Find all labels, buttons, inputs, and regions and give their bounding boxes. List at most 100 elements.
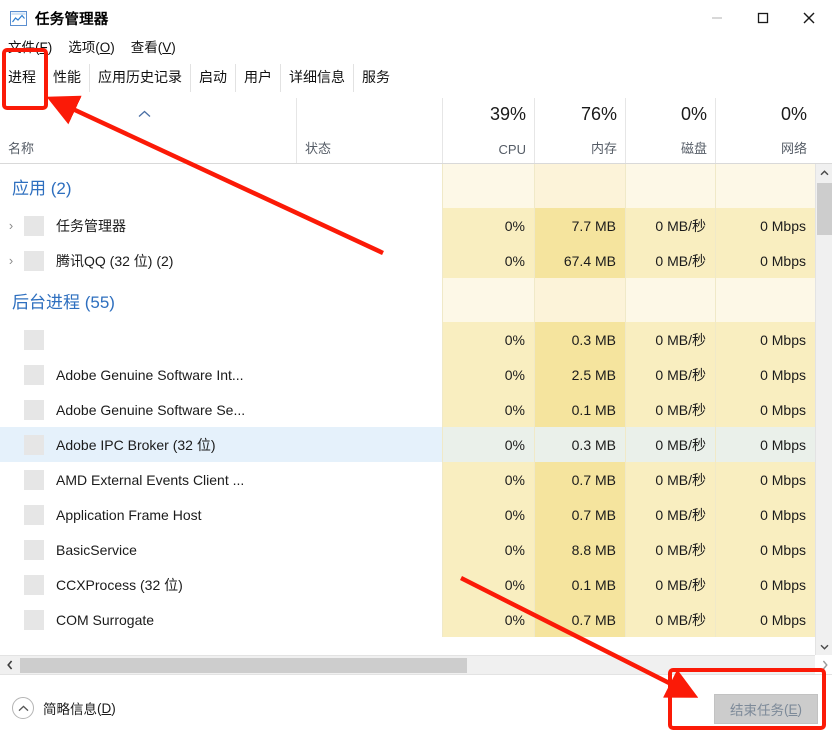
network-cell [715, 278, 815, 322]
horizontal-scrollbar[interactable] [0, 655, 828, 674]
sort-ascending-icon [138, 107, 151, 121]
column-header-cpu[interactable]: 39% CPU [442, 98, 534, 163]
column-header-name[interactable]: 名称 [0, 98, 296, 163]
disk-cell: 0 MB/秒 [625, 567, 715, 602]
column-header-network[interactable]: 0% 网络 [715, 98, 815, 163]
disk-cell: 0 MB/秒 [625, 602, 715, 637]
menu-item-options-label: 选项 [68, 40, 96, 55]
scroll-up-icon[interactable] [816, 164, 832, 181]
menu-item-view[interactable]: 查看(V) [123, 36, 184, 60]
column-header-cpu-percent: 39% [489, 104, 526, 124]
process-name: Adobe IPC Broker (32 位) [56, 436, 216, 453]
tab-details[interactable]: 详细信息 [281, 64, 354, 92]
process-icon [24, 250, 44, 271]
cpu-cell: 0% [442, 462, 534, 497]
process-icon [24, 329, 44, 350]
table-row[interactable]: Adobe Genuine Software Int... 0% 2.5 MB 0 M… [0, 357, 832, 392]
menu-item-file-mnemonic: F [39, 40, 48, 55]
tab-app-history[interactable]: 应用历史记录 [90, 64, 191, 92]
menu-item-options[interactable]: 选项(O) [60, 36, 123, 60]
task-manager-window: 任务管理器 文件(F) 选项(O) 查看(V) 进程 性能 应用历史记录 启动 [0, 0, 832, 740]
process-name: CCXProcess (32 位) [56, 576, 183, 593]
menu-item-view-label: 查看 [130, 40, 158, 55]
network-cell: 0 Mbps [715, 462, 815, 497]
column-header-memory-label: 内存 [590, 141, 617, 156]
process-icon [24, 215, 44, 236]
disk-cell: 0 MB/秒 [625, 497, 715, 532]
table-row[interactable]: AMD External Events Client ... 0% 0.7 MB 0 … [0, 462, 832, 497]
disk-cell: 0 MB/秒 [625, 243, 715, 278]
memory-cell: 2.5 MB [534, 357, 625, 392]
memory-cell: 0.3 MB [534, 322, 625, 357]
process-list[interactable]: 应用 (2) › 任务管理器 0% 7.7 MB 0 MB/秒 0 Mbps › 腾讯QQ (3… [0, 164, 832, 655]
network-cell: 0 Mbps [715, 322, 815, 357]
cpu-cell: 0% [442, 322, 534, 357]
process-name: Adobe Genuine Software Int... [56, 366, 244, 383]
process-name-cell [0, 322, 442, 357]
table-row[interactable]: Application Frame Host 0% 0.7 MB 0 MB/秒 0 Mb… [0, 497, 832, 532]
memory-cell: 67.4 MB [534, 243, 625, 278]
end-task-label: 结束任务 [729, 703, 784, 718]
disk-cell: 0 MB/秒 [625, 392, 715, 427]
memory-cell: 0.7 MB [534, 462, 625, 497]
menu-bar: 文件(F) 选项(O) 查看(V) [0, 36, 832, 60]
cpu-cell: 0% [442, 427, 534, 462]
column-header-network-percent: 0% [780, 104, 807, 124]
tab-services[interactable]: 服务 [354, 64, 398, 92]
fewer-details-mnemonic: D [101, 700, 112, 716]
expand-chevron-icon[interactable]: › [0, 218, 22, 233]
process-group-header: 后台进程 (55) [0, 278, 832, 322]
cpu-cell: 0% [442, 602, 534, 637]
memory-cell: 0.1 MB [534, 392, 625, 427]
network-cell: 0 Mbps [715, 357, 815, 392]
column-header-disk[interactable]: 0% 磁盘 [625, 98, 715, 163]
process-name: Adobe Genuine Software Se... [56, 401, 246, 418]
column-header-status-label: 状态 [305, 141, 332, 156]
vertical-scrollbar[interactable] [815, 164, 832, 655]
maximize-button[interactable] [740, 0, 786, 36]
menu-item-view-mnemonic: V [162, 40, 172, 55]
process-name-cell: Application Frame Host [0, 497, 442, 532]
disk-cell [625, 164, 715, 208]
table-row[interactable]: COM Surrogate 0% 0.7 MB 0 MB/秒 0 Mbps [0, 602, 832, 637]
tab-processes[interactable]: 进程 [0, 64, 45, 92]
menu-item-options-mnemonic: O [99, 40, 111, 55]
vertical-scrollbar-thumb[interactable] [817, 183, 832, 235]
close-button[interactable] [786, 0, 832, 36]
tab-performance[interactable]: 性能 [45, 64, 90, 92]
group-title-cell: 后台进程 (55) [0, 278, 442, 322]
table-row[interactable]: › 腾讯QQ (32 位) (2) 0% 67.4 MB 0 MB/秒 0 Mbps [0, 243, 832, 278]
column-header-name-label: 名称 [8, 141, 35, 156]
end-task-button[interactable]: 结束任务(E) [714, 694, 818, 724]
table-row[interactable]: CCXProcess (32 位) 0% 0.1 MB 0 MB/秒 0 Mbps [0, 567, 832, 602]
process-name: BasicService [56, 541, 137, 558]
minimize-button[interactable] [694, 0, 740, 36]
cpu-cell: 0% [442, 567, 534, 602]
memory-cell: 0.1 MB [534, 567, 625, 602]
menu-item-file-label: 文件 [8, 40, 35, 55]
horizontal-scrollbar-thumb[interactable] [20, 658, 467, 673]
table-row[interactable]: 0% 0.3 MB 0 MB/秒 0 Mbps [0, 322, 832, 357]
tab-startup[interactable]: 启动 [191, 64, 236, 92]
fewer-details-label: 简略信息 [43, 702, 97, 717]
table-row[interactable]: Adobe Genuine Software Se... 0% 0.1 MB 0 MB… [0, 392, 832, 427]
process-icon [24, 504, 44, 525]
process-name-cell: Adobe IPC Broker (32 位) [0, 427, 442, 462]
process-icon [24, 399, 44, 420]
table-row[interactable]: Adobe IPC Broker (32 位) 0% 0.3 MB 0 MB/秒 0 M… [0, 427, 832, 462]
column-header-memory[interactable]: 76% 内存 [534, 98, 625, 163]
process-name: COM Surrogate [56, 611, 155, 628]
process-name-cell: › 腾讯QQ (32 位) (2) [0, 243, 442, 278]
scroll-down-icon[interactable] [816, 638, 832, 655]
expand-chevron-icon[interactable]: › [0, 253, 22, 268]
menu-item-file[interactable]: 文件(F) [0, 36, 60, 60]
fewer-details-button[interactable]: 简略信息(D) [12, 697, 116, 719]
table-row[interactable]: BasicService 0% 8.8 MB 0 MB/秒 0 Mbps [0, 532, 832, 567]
tab-users[interactable]: 用户 [236, 64, 281, 92]
table-row[interactable]: › 任务管理器 0% 7.7 MB 0 MB/秒 0 Mbps [0, 208, 832, 243]
scroll-left-icon[interactable] [0, 656, 19, 674]
scroll-right-icon[interactable] [815, 656, 832, 674]
column-header-status[interactable]: 状态 [296, 98, 442, 163]
cpu-cell: 0% [442, 208, 534, 243]
process-name: 腾讯QQ (32 位) (2) [56, 252, 174, 269]
